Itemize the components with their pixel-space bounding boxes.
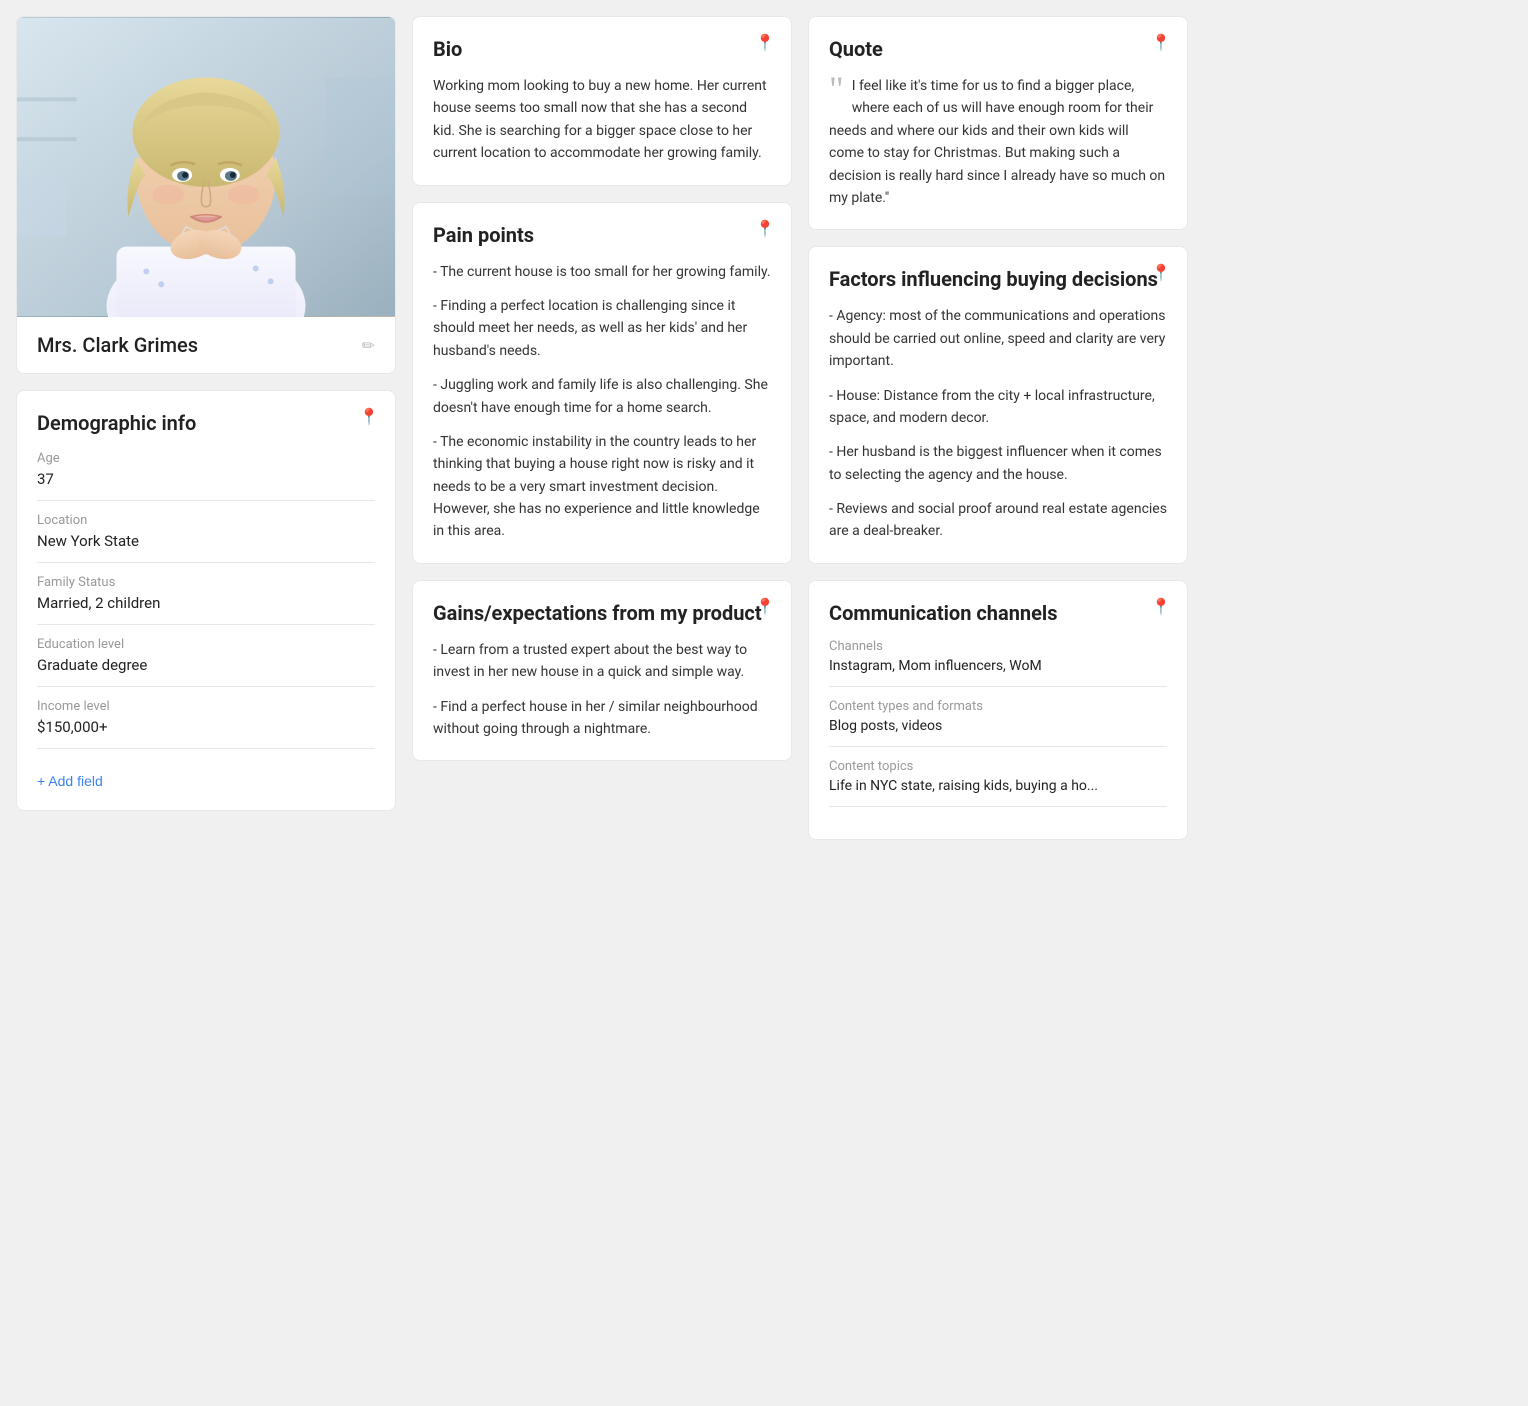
gains-pin-icon[interactable]: 📍 [755, 597, 775, 616]
income-field: Income level $150,000+ [37, 699, 375, 749]
factors-body: - Agency: most of the communications and… [829, 305, 1167, 543]
quote-title: Quote [829, 37, 1167, 61]
factors-item: - Reviews and social proof around real e… [829, 498, 1167, 543]
content-topics-field: Content topics Life in NYC state, raisin… [829, 759, 1167, 807]
quote-body: " I feel like it's time for us to find a… [829, 75, 1167, 209]
left-column: Mrs. Clark Grimes ✏ 📍 Demographic info A… [16, 16, 396, 840]
income-value: $150,000+ [37, 718, 375, 736]
content-types-label: Content types and formats [829, 699, 1167, 714]
factors-title: Factors influencing buying decisions [829, 267, 1167, 291]
family-status-value: Married, 2 children [37, 594, 375, 612]
communication-title: Communication channels [829, 601, 1167, 625]
profile-card: Mrs. Clark Grimes ✏ [16, 16, 396, 374]
location-value: New York State [37, 532, 375, 550]
pain-point-item: - The current house is too small for her… [433, 261, 771, 283]
factors-card: 📍 Factors influencing buying decisions -… [808, 246, 1188, 564]
family-status-label: Family Status [37, 575, 375, 590]
age-label: Age [37, 451, 375, 466]
quote-mark-icon: " [829, 71, 844, 107]
profile-name: Mrs. Clark Grimes [37, 333, 198, 357]
content-types-value: Blog posts, videos [829, 718, 1167, 734]
gains-body: - Learn from a trusted expert about the … [433, 639, 771, 741]
education-label: Education level [37, 637, 375, 652]
factors-item: - Agency: most of the communications and… [829, 305, 1167, 372]
pain-points-title: Pain points [433, 223, 771, 247]
age-value: 37 [37, 470, 375, 488]
edit-icon[interactable]: ✏ [362, 336, 375, 355]
demographic-title: Demographic info [37, 411, 375, 435]
bio-body: Working mom looking to buy a new home. H… [433, 75, 771, 165]
factors-item: - House: Distance from the city + local … [829, 385, 1167, 430]
content-topics-value: Life in NYC state, raising kids, buying … [829, 778, 1167, 794]
profile-image-placeholder [17, 17, 395, 317]
quote-text: I feel like it's time for us to find a b… [829, 78, 1165, 206]
education-field: Education level Graduate degree [37, 637, 375, 687]
pain-point-item: - The economic instability in the countr… [433, 431, 771, 543]
channels-label: Channels [829, 639, 1167, 654]
right-column: 📍 Quote " I feel like it's time for us t… [808, 16, 1188, 840]
pain-point-item: - Juggling work and family life is also … [433, 374, 771, 419]
bio-card: 📍 Bio Working mom looking to buy a new h… [412, 16, 792, 186]
bio-title: Bio [433, 37, 771, 61]
location-label: Location [37, 513, 375, 528]
demographic-card: 📍 Demographic info Age 37 Location New Y… [16, 390, 396, 811]
gains-item: - Learn from a trusted expert about the … [433, 639, 771, 684]
profile-image-container [17, 17, 395, 317]
profile-name-row: Mrs. Clark Grimes ✏ [17, 317, 395, 373]
profile-image-svg [17, 17, 395, 317]
communication-card: 📍 Communication channels Channels Instag… [808, 580, 1188, 840]
channels-field: Channels Instagram, Mom influencers, WoM [829, 639, 1167, 687]
location-field: Location New York State [37, 513, 375, 563]
communication-pin-icon[interactable]: 📍 [1151, 597, 1171, 616]
bio-pin-icon[interactable]: 📍 [755, 33, 775, 52]
pain-points-card: 📍 Pain points - The current house is too… [412, 202, 792, 564]
quote-card: 📍 Quote " I feel like it's time for us t… [808, 16, 1188, 230]
gains-card: 📍 Gains/expectations from my product - L… [412, 580, 792, 762]
middle-column: 📍 Bio Working mom looking to buy a new h… [412, 16, 792, 840]
add-field-button[interactable]: + Add field [37, 773, 103, 789]
gains-item: - Find a perfect house in her / similar … [433, 696, 771, 741]
content-types-field: Content types and formats Blog posts, vi… [829, 699, 1167, 747]
content-topics-label: Content topics [829, 759, 1167, 774]
demographic-pin-icon[interactable]: 📍 [359, 407, 379, 426]
pain-point-item: - Finding a perfect location is challeng… [433, 295, 771, 362]
factors-pin-icon[interactable]: 📍 [1151, 263, 1171, 282]
education-value: Graduate degree [37, 656, 375, 674]
family-status-field: Family Status Married, 2 children [37, 575, 375, 625]
channels-value: Instagram, Mom influencers, WoM [829, 658, 1167, 674]
age-field: Age 37 [37, 451, 375, 501]
factors-item: - Her husband is the biggest influencer … [829, 441, 1167, 486]
gains-title: Gains/expectations from my product [433, 601, 771, 625]
pain-points-pin-icon[interactable]: 📍 [755, 219, 775, 238]
income-label: Income level [37, 699, 375, 714]
pain-points-body: - The current house is too small for her… [433, 261, 771, 543]
quote-pin-icon[interactable]: 📍 [1151, 33, 1171, 52]
